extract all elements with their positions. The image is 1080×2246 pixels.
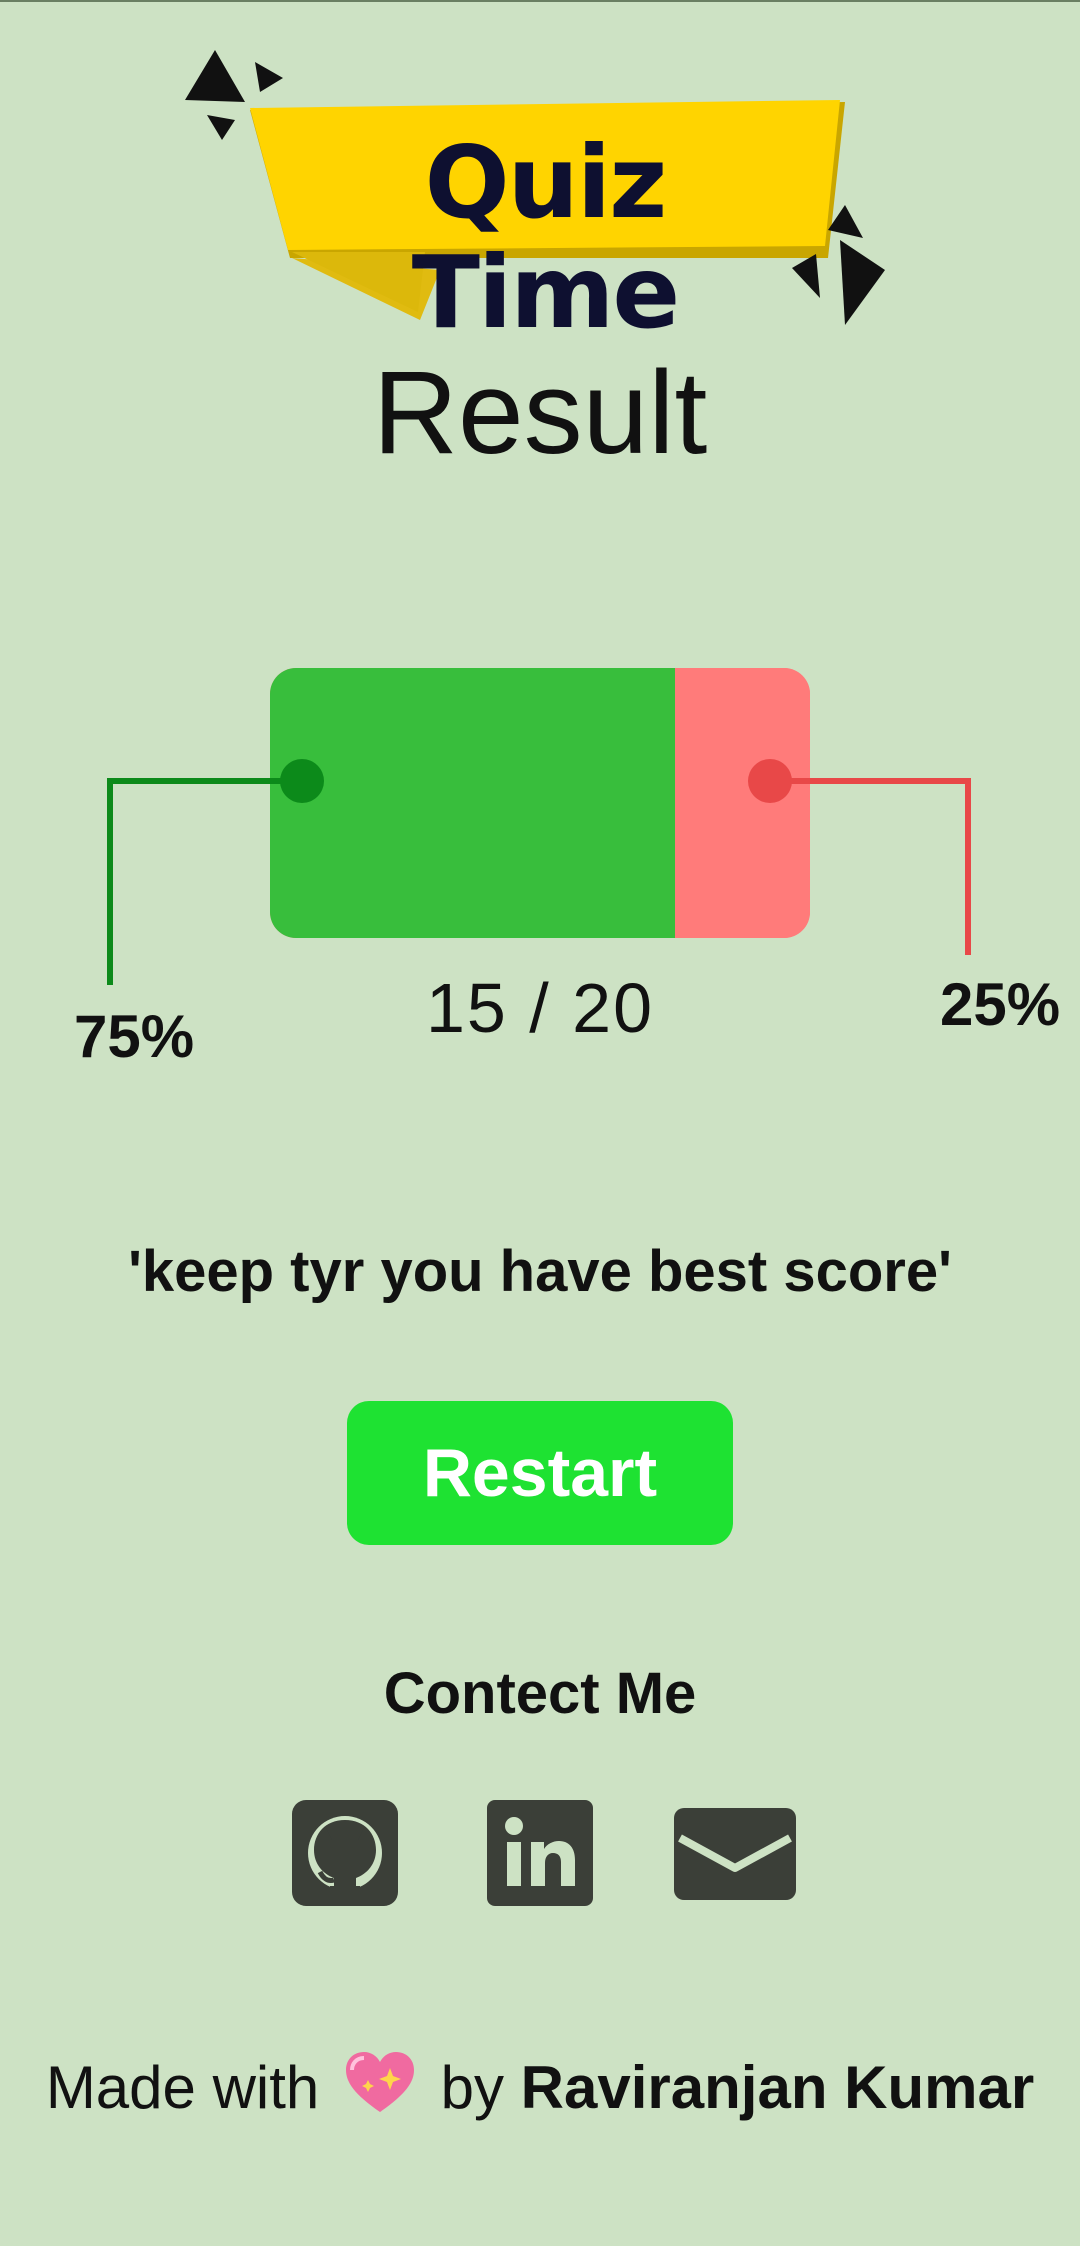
page-title: Result (372, 347, 708, 479)
github-icon (292, 1800, 398, 1906)
sparkling-heart-icon (345, 2052, 414, 2112)
correct-segment (270, 668, 675, 938)
status-divider (0, 0, 1080, 2)
footer-author: Raviranjan Kumar (520, 2054, 1035, 2121)
wrong-percent-label: 25% (940, 971, 1061, 1038)
linkedin-link[interactable] (487, 1800, 593, 1906)
restart-button[interactable]: Restart (347, 1401, 733, 1545)
quiz-time-logo: Quiz Time (180, 40, 900, 348)
footer-credit: Made with by Raviranjan Kumar (0, 2050, 1080, 2122)
mail-icon (674, 1808, 796, 1900)
result-bar (270, 668, 810, 938)
logo-text: Quiz Time (411, 124, 681, 351)
footer-made-with: Made with (45, 2054, 320, 2121)
contact-title: Contect Me (383, 1661, 697, 1726)
email-link[interactable] (674, 1808, 796, 1900)
github-link[interactable] (292, 1800, 398, 1906)
score-label: 15 / 20 (425, 969, 655, 1047)
result-message: 'keep tyr you have best score' (128, 1239, 952, 1304)
wrong-segment (675, 668, 810, 938)
linkedin-icon (487, 1800, 593, 1906)
footer-by: by (440, 2054, 504, 2121)
